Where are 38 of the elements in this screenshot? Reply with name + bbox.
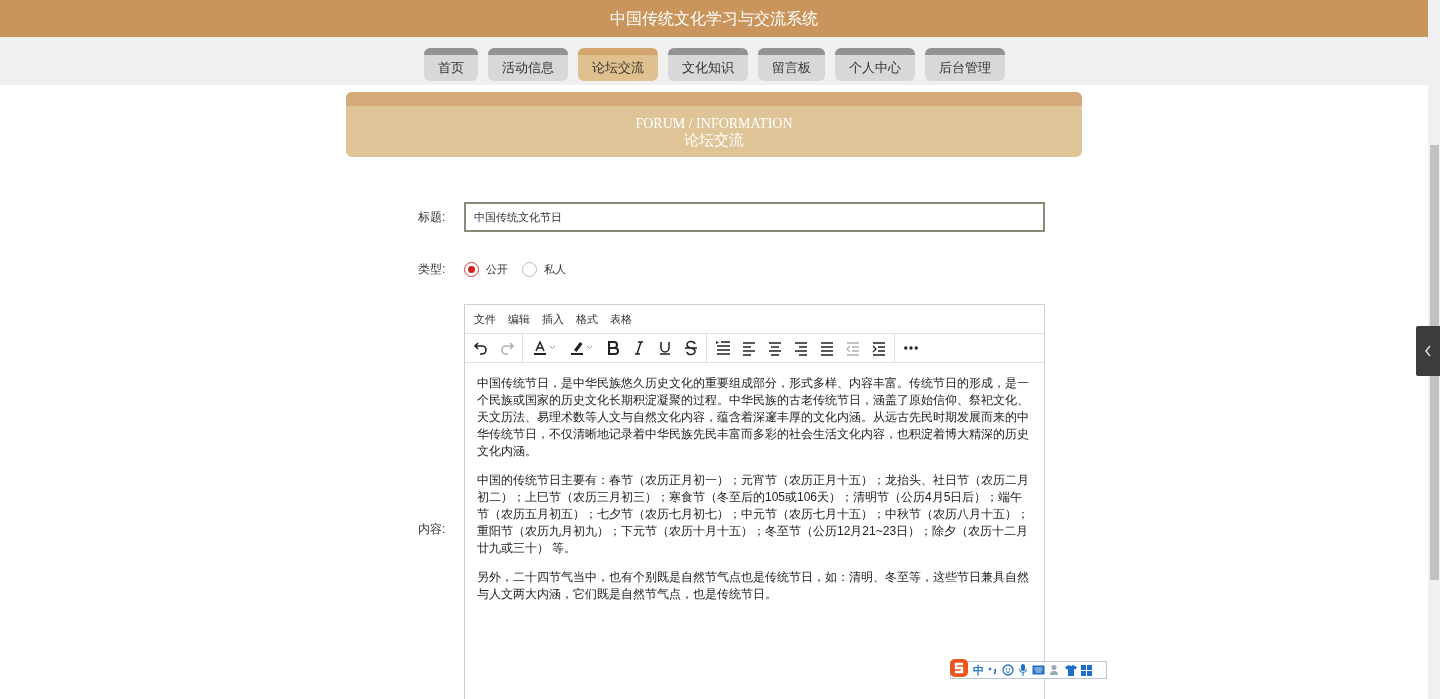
banner-subtitle: FORUM / INFORMATION	[635, 114, 793, 132]
paragraph: 另外，二十四节气当中，也有个别既是自然节气点也是传统节日，如：清明、冬至等，这些节日兼具自然与人文两大内涵，它们既是自然节气点，也是传统节日。	[477, 569, 1030, 603]
editor-menu-item[interactable]: 文件	[474, 310, 496, 328]
nav-tab[interactable]: 论坛交流	[577, 48, 658, 81]
nav-tab[interactable]: 首页	[423, 48, 478, 81]
field-label: 类型:	[418, 261, 446, 278]
chevron-left-icon	[1424, 345, 1432, 357]
nav-tab[interactable]: 后台管理	[924, 48, 1005, 81]
keyboard-icon[interactable]	[1032, 665, 1045, 675]
editor-menu-item[interactable]: 表格	[610, 310, 632, 328]
paragraph: 中国传统节日，是中华民族悠久历史文化的重要组成部分，形式多样、内容丰富。传统节日的形成，是一个民族或国家的历史文化长期积淀凝聚的过程。中华民族的古老传统节日，涵盖了原始信仰、祭祀文化、天文历法、易理术数等人文与自然文化内容，蕴含着深邃丰厚的文化内涵。从远古先民时期发展而来的中华传统节日，不仅清晰地记录着中华民族先民丰富而多彩的社会生活文化内容，也积淀着博大精深的历史文化内涵。	[477, 375, 1030, 460]
more-icon	[903, 346, 918, 350]
line-height-icon	[713, 339, 732, 357]
editor-menu-item[interactable]: 插入	[542, 310, 564, 328]
editor-menu-item[interactable]: 编辑	[508, 310, 530, 328]
title-input[interactable]: 中国传统文化节日	[464, 202, 1045, 232]
nav-tab[interactable]: 个人中心	[834, 48, 915, 81]
nav-tab[interactable]: 留言板	[757, 48, 825, 81]
site-title: 中国传统文化学习与交流系统	[610, 8, 818, 29]
nav-tab[interactable]: 活动信息	[487, 48, 568, 81]
radio-label: 私人	[544, 261, 566, 277]
text-color-icon	[531, 339, 557, 357]
field-label: 标题:	[418, 209, 446, 226]
smiley-icon[interactable]	[1002, 664, 1014, 676]
radio-label: 公开	[486, 261, 508, 277]
side-panel-toggle[interactable]	[1416, 326, 1440, 376]
highlighter-icon	[568, 339, 594, 357]
editor-menu-item[interactable]: 格式	[576, 310, 598, 328]
grid-icon[interactable]	[1081, 664, 1092, 676]
paragraph: 中国的传统节日主要有：春节（农历正月初一）；元宵节（农历正月十五）；龙抬头、社日节（农历二月初二）；上巳节（农历三月初三）；寒食节（冬至后的105或106天）；清明节（公历4月5日后）；端午节（农历五月初五）；七夕节（农历七月初七）；中元节（农历七月十五）；中秋节（农历八月十五）；重阳节（农历九月初九）；下元节（农历十月十五）；冬至节（公历12月21~23日）；除夕（农历十二月廿九或三十） 等。	[477, 472, 1030, 557]
line-height-button[interactable]	[713, 338, 732, 358]
field-label: 内容:	[418, 521, 446, 538]
nav-tab[interactable]: 文化知识	[667, 48, 748, 81]
undo-icon	[471, 339, 490, 357]
banner-title: 论坛交流	[684, 131, 744, 149]
microphone-icon[interactable]	[1018, 664, 1028, 676]
ime-mode[interactable]: 中	[973, 664, 984, 676]
shirt-icon[interactable]	[1065, 664, 1077, 676]
